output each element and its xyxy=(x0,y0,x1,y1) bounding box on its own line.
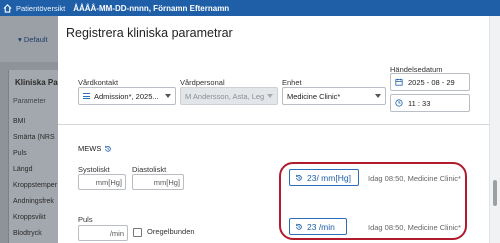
dialog-scrollbar[interactable] xyxy=(489,16,500,243)
top-bar: Patientöversikt ÅÅÅÅ-MM-DD-nnnn, Förnamn… xyxy=(0,0,500,16)
chevron-down-icon xyxy=(375,94,381,98)
calendar-icon xyxy=(395,78,403,86)
oregelbunden-checkbox[interactable] xyxy=(133,228,142,237)
list-item[interactable]: Kroppstemper xyxy=(13,182,57,189)
clock-icon xyxy=(395,99,403,107)
enhet-value: Medicine Clinic* xyxy=(287,91,341,101)
list-item[interactable]: Puls xyxy=(13,150,27,157)
vardpersonal-label: Vårdpersonal xyxy=(180,78,225,87)
section-title[interactable]: Patientöversikt xyxy=(16,4,65,13)
systoliskt-unit: mm[Hg] xyxy=(95,177,122,187)
list-item[interactable]: Blodtryck xyxy=(13,230,42,237)
patient-identity: ÅÅÅÅ-MM-DD-nnnn, Förnamn Efternamn xyxy=(73,3,230,13)
dialog-title: Registrera kliniska parametrar xyxy=(66,26,233,40)
time-field[interactable]: 11 : 33 xyxy=(390,94,470,112)
list-icon xyxy=(83,93,90,99)
mews-label: MEWS xyxy=(78,144,102,153)
highlight-annotation xyxy=(279,162,467,240)
section-divider xyxy=(58,124,500,125)
list-item[interactable]: Smärta (NRS xyxy=(13,134,55,141)
list-item[interactable]: BMI xyxy=(13,118,25,125)
time-value: 11 : 33 xyxy=(408,98,431,108)
panel-title: Kliniska Pa xyxy=(15,78,58,87)
oregelbunden-label: Oregelbunden xyxy=(147,227,195,236)
date-value: 2025 - 08 - 29 xyxy=(408,77,455,87)
list-item[interactable]: Kroppsvikt xyxy=(13,214,46,221)
systoliskt-input[interactable]: mm[Hg] xyxy=(78,174,126,190)
date-field[interactable]: 2025 - 08 - 29 xyxy=(390,73,470,91)
chevron-down-icon xyxy=(267,94,273,98)
chevron-down-icon xyxy=(165,94,171,98)
vardkontakt-select[interactable]: Admission*, 2025... xyxy=(78,87,176,105)
puls-input[interactable]: /min xyxy=(78,225,128,241)
enhet-label: Enhet xyxy=(282,78,302,87)
diastoliskt-label: Diastoliskt xyxy=(132,165,167,174)
list-item[interactable]: Längd xyxy=(13,166,32,173)
enhet-select[interactable]: Medicine Clinic* xyxy=(282,87,386,105)
puls-unit: /min xyxy=(109,228,124,238)
vardkontakt-label: Vårdkontakt xyxy=(78,78,119,87)
list-item[interactable]: Andningsfrek xyxy=(13,198,54,205)
diastoliskt-unit: mm[Hg] xyxy=(153,177,180,187)
mews-header: MEWS xyxy=(78,144,112,153)
diastoliskt-input[interactable]: mm[Hg] xyxy=(132,174,184,190)
puls-label: Puls xyxy=(78,215,93,224)
parameter-column-header: Parameter xyxy=(13,98,46,105)
history-icon[interactable] xyxy=(104,145,112,153)
home-icon[interactable] xyxy=(2,3,12,13)
vardpersonal-select: M Andersson, Asta, Leg l... xyxy=(180,87,278,105)
clinical-parameters-panel: Kliniska Pa Parameter BMI Smärta (NRS Pu… xyxy=(8,70,64,243)
scrollbar-thumb[interactable] xyxy=(493,180,497,206)
vardkontakt-value: Admission*, 2025... xyxy=(94,91,159,101)
systoliskt-label: Systoliskt xyxy=(78,165,110,174)
default-view-selector[interactable]: ▾ Default xyxy=(18,35,48,44)
vardpersonal-value: M Andersson, Asta, Leg l... xyxy=(185,91,264,101)
